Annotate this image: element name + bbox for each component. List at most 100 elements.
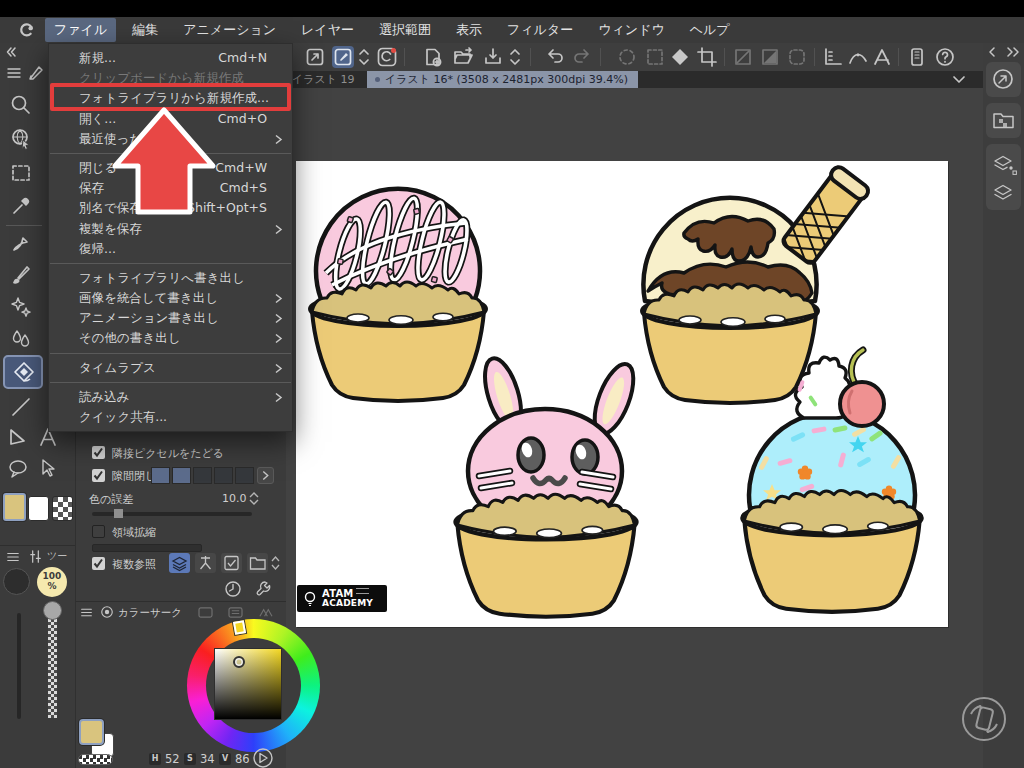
color-margin-stepper[interactable] — [248, 491, 260, 506]
tool-blend-icon[interactable] — [9, 327, 33, 351]
menu-help[interactable]: ヘルプ — [681, 18, 739, 42]
tool-line-icon[interactable] — [9, 395, 33, 419]
tool-figure-icon[interactable] — [6, 425, 30, 449]
brush-size-preview[interactable] — [3, 568, 30, 595]
color-circle-tab-icon[interactable] — [100, 605, 114, 619]
tab-list-chevron[interactable] — [952, 74, 966, 86]
refer-folder-button[interactable] — [247, 553, 268, 573]
reselect-icon[interactable] — [644, 46, 666, 68]
tool-fill-icon[interactable] — [12, 360, 36, 384]
checkbox-multiple-referring[interactable] — [92, 557, 105, 570]
file-expander-icon[interactable] — [508, 46, 522, 68]
tab-color-slider-icon[interactable] — [198, 606, 213, 619]
tab-illust16-active[interactable]: イラスト 16* (3508 x 2481px 300dpi 39.4%) — [367, 71, 638, 88]
edit-mode-icon[interactable] — [332, 46, 354, 68]
menu-layer[interactable]: レイヤー — [292, 18, 363, 42]
menuitem-export-animation[interactable]: アニメーション書き出し — [49, 308, 292, 328]
selection-area-grayed-icon[interactable] — [786, 46, 808, 68]
tool-pen-icon[interactable] — [9, 231, 33, 255]
menu-view[interactable]: 表示 — [447, 18, 491, 42]
color-mode-toggle-icon[interactable] — [252, 747, 274, 768]
panel-menu-icon[interactable] — [6, 550, 20, 564]
tab-color-set-icon[interactable] — [228, 606, 243, 619]
help-icon[interactable] — [934, 46, 956, 68]
opacity-slider[interactable] — [48, 616, 57, 718]
main-color-swatch[interactable] — [3, 493, 26, 521]
opacity-slider-knob[interactable] — [43, 601, 62, 620]
open-file-icon[interactable] — [452, 46, 474, 68]
menu-window[interactable]: ウィンドウ — [589, 18, 674, 42]
menuitem-quick-share[interactable]: クイック共有... — [49, 407, 292, 427]
invert-selection-icon[interactable] — [669, 46, 691, 68]
brush-settings-icon[interactable] — [28, 549, 43, 564]
color-margin-slider-knob[interactable] — [114, 509, 123, 518]
checkbox-area-scaling[interactable] — [92, 525, 105, 538]
material-panel-button[interactable] — [986, 103, 1021, 138]
gap-expand-button[interactable] — [257, 467, 274, 484]
tool-eyedropper-icon[interactable] — [9, 194, 33, 218]
tool-menu-icon[interactable] — [6, 65, 22, 81]
menuitem-import[interactable]: 読み込み — [49, 387, 292, 407]
gap-size-1[interactable] — [151, 467, 170, 484]
clip-studio-home-icon[interactable] — [376, 46, 398, 68]
tool-selection-icon[interactable] — [9, 161, 33, 185]
gap-size-3[interactable] — [193, 467, 212, 484]
gap-size-5[interactable] — [235, 467, 254, 484]
refer-selection-button[interactable] — [221, 553, 242, 573]
tool-decoration-icon[interactable] — [9, 295, 33, 319]
save-icon[interactable] — [482, 46, 504, 68]
rotate-device-button[interactable] — [959, 694, 1009, 744]
tab-color-mixing-icon[interactable] — [258, 606, 273, 619]
tool-nav-tab[interactable]: ツー — [47, 549, 67, 563]
opacity-badge[interactable]: 100% — [37, 567, 67, 597]
wrench-settings-icon[interactable] — [254, 579, 273, 598]
menu-file[interactable]: ファイル — [45, 18, 116, 42]
menuitem-export-others[interactable]: その他の書き出し — [49, 328, 292, 348]
clip-studio-logo[interactable] — [16, 19, 38, 41]
tool-move-icon[interactable] — [9, 127, 33, 151]
brush-size-slider[interactable] — [17, 613, 21, 719]
collapse-left-icon[interactable] — [4, 45, 18, 59]
multi-ref-stepper[interactable] — [270, 554, 281, 572]
gap-size-2[interactable] — [172, 467, 191, 484]
checkbox-follow-adjacent[interactable] — [92, 446, 105, 459]
transparent-color-swatch[interactable] — [52, 496, 73, 521]
new-file-icon[interactable] — [422, 46, 444, 68]
refer-all-layers-button[interactable] — [169, 553, 190, 573]
checkbox-close-gap[interactable] — [92, 469, 105, 482]
color-panel-menu-icon[interactable] — [80, 606, 93, 619]
crop-icon[interactable] — [696, 46, 718, 68]
snap-grid-icon[interactable] — [871, 46, 893, 68]
fullscreen-icon[interactable] — [304, 46, 326, 68]
refer-reference-layer-button[interactable] — [195, 553, 216, 573]
tool-tab-pen-icon[interactable] — [26, 63, 46, 83]
sub-color-swatch[interactable] — [28, 496, 49, 521]
sv-selector[interactable] — [233, 656, 245, 668]
color-transparent-swatch[interactable] — [78, 754, 113, 765]
dock-arrows[interactable] — [986, 45, 1021, 59]
tool-zoom-icon[interactable] — [9, 93, 33, 117]
layer-buttons[interactable] — [986, 144, 1021, 210]
color-main-swatch[interactable] — [79, 719, 104, 745]
menuitem-revert[interactable]: 復帰... — [49, 239, 292, 259]
saturation-value-square[interactable] — [215, 649, 281, 719]
undo-icon[interactable] — [543, 46, 565, 68]
reset-defaults-icon[interactable] — [224, 580, 242, 598]
hue-selector[interactable] — [233, 620, 246, 635]
menuitem-export-merged[interactable]: 画像を統合して書き出し — [49, 288, 292, 308]
toolbar-expander-icon[interactable] — [357, 46, 371, 68]
menuitem-new[interactable]: 新規...Cmd+N — [49, 48, 292, 68]
tool-brush-icon[interactable] — [9, 263, 33, 287]
transform-grayed-icon[interactable] — [759, 46, 781, 68]
menu-edit[interactable]: 編集 — [123, 18, 167, 42]
tool-balloon-icon[interactable] — [6, 457, 30, 481]
menu-selection[interactable]: 選択範囲 — [370, 18, 440, 42]
redo-icon[interactable] — [572, 46, 594, 68]
quick-access-button[interactable] — [986, 62, 1021, 97]
canvas-document[interactable]: ATAM ACADEMY — [296, 161, 948, 627]
menu-filter[interactable]: フィルター — [498, 18, 582, 42]
area-scaling-slider[interactable] — [92, 544, 202, 552]
snap-special-ruler-icon[interactable] — [847, 46, 869, 68]
menu-animation[interactable]: アニメーション — [174, 18, 285, 42]
gap-size-4[interactable] — [214, 467, 233, 484]
